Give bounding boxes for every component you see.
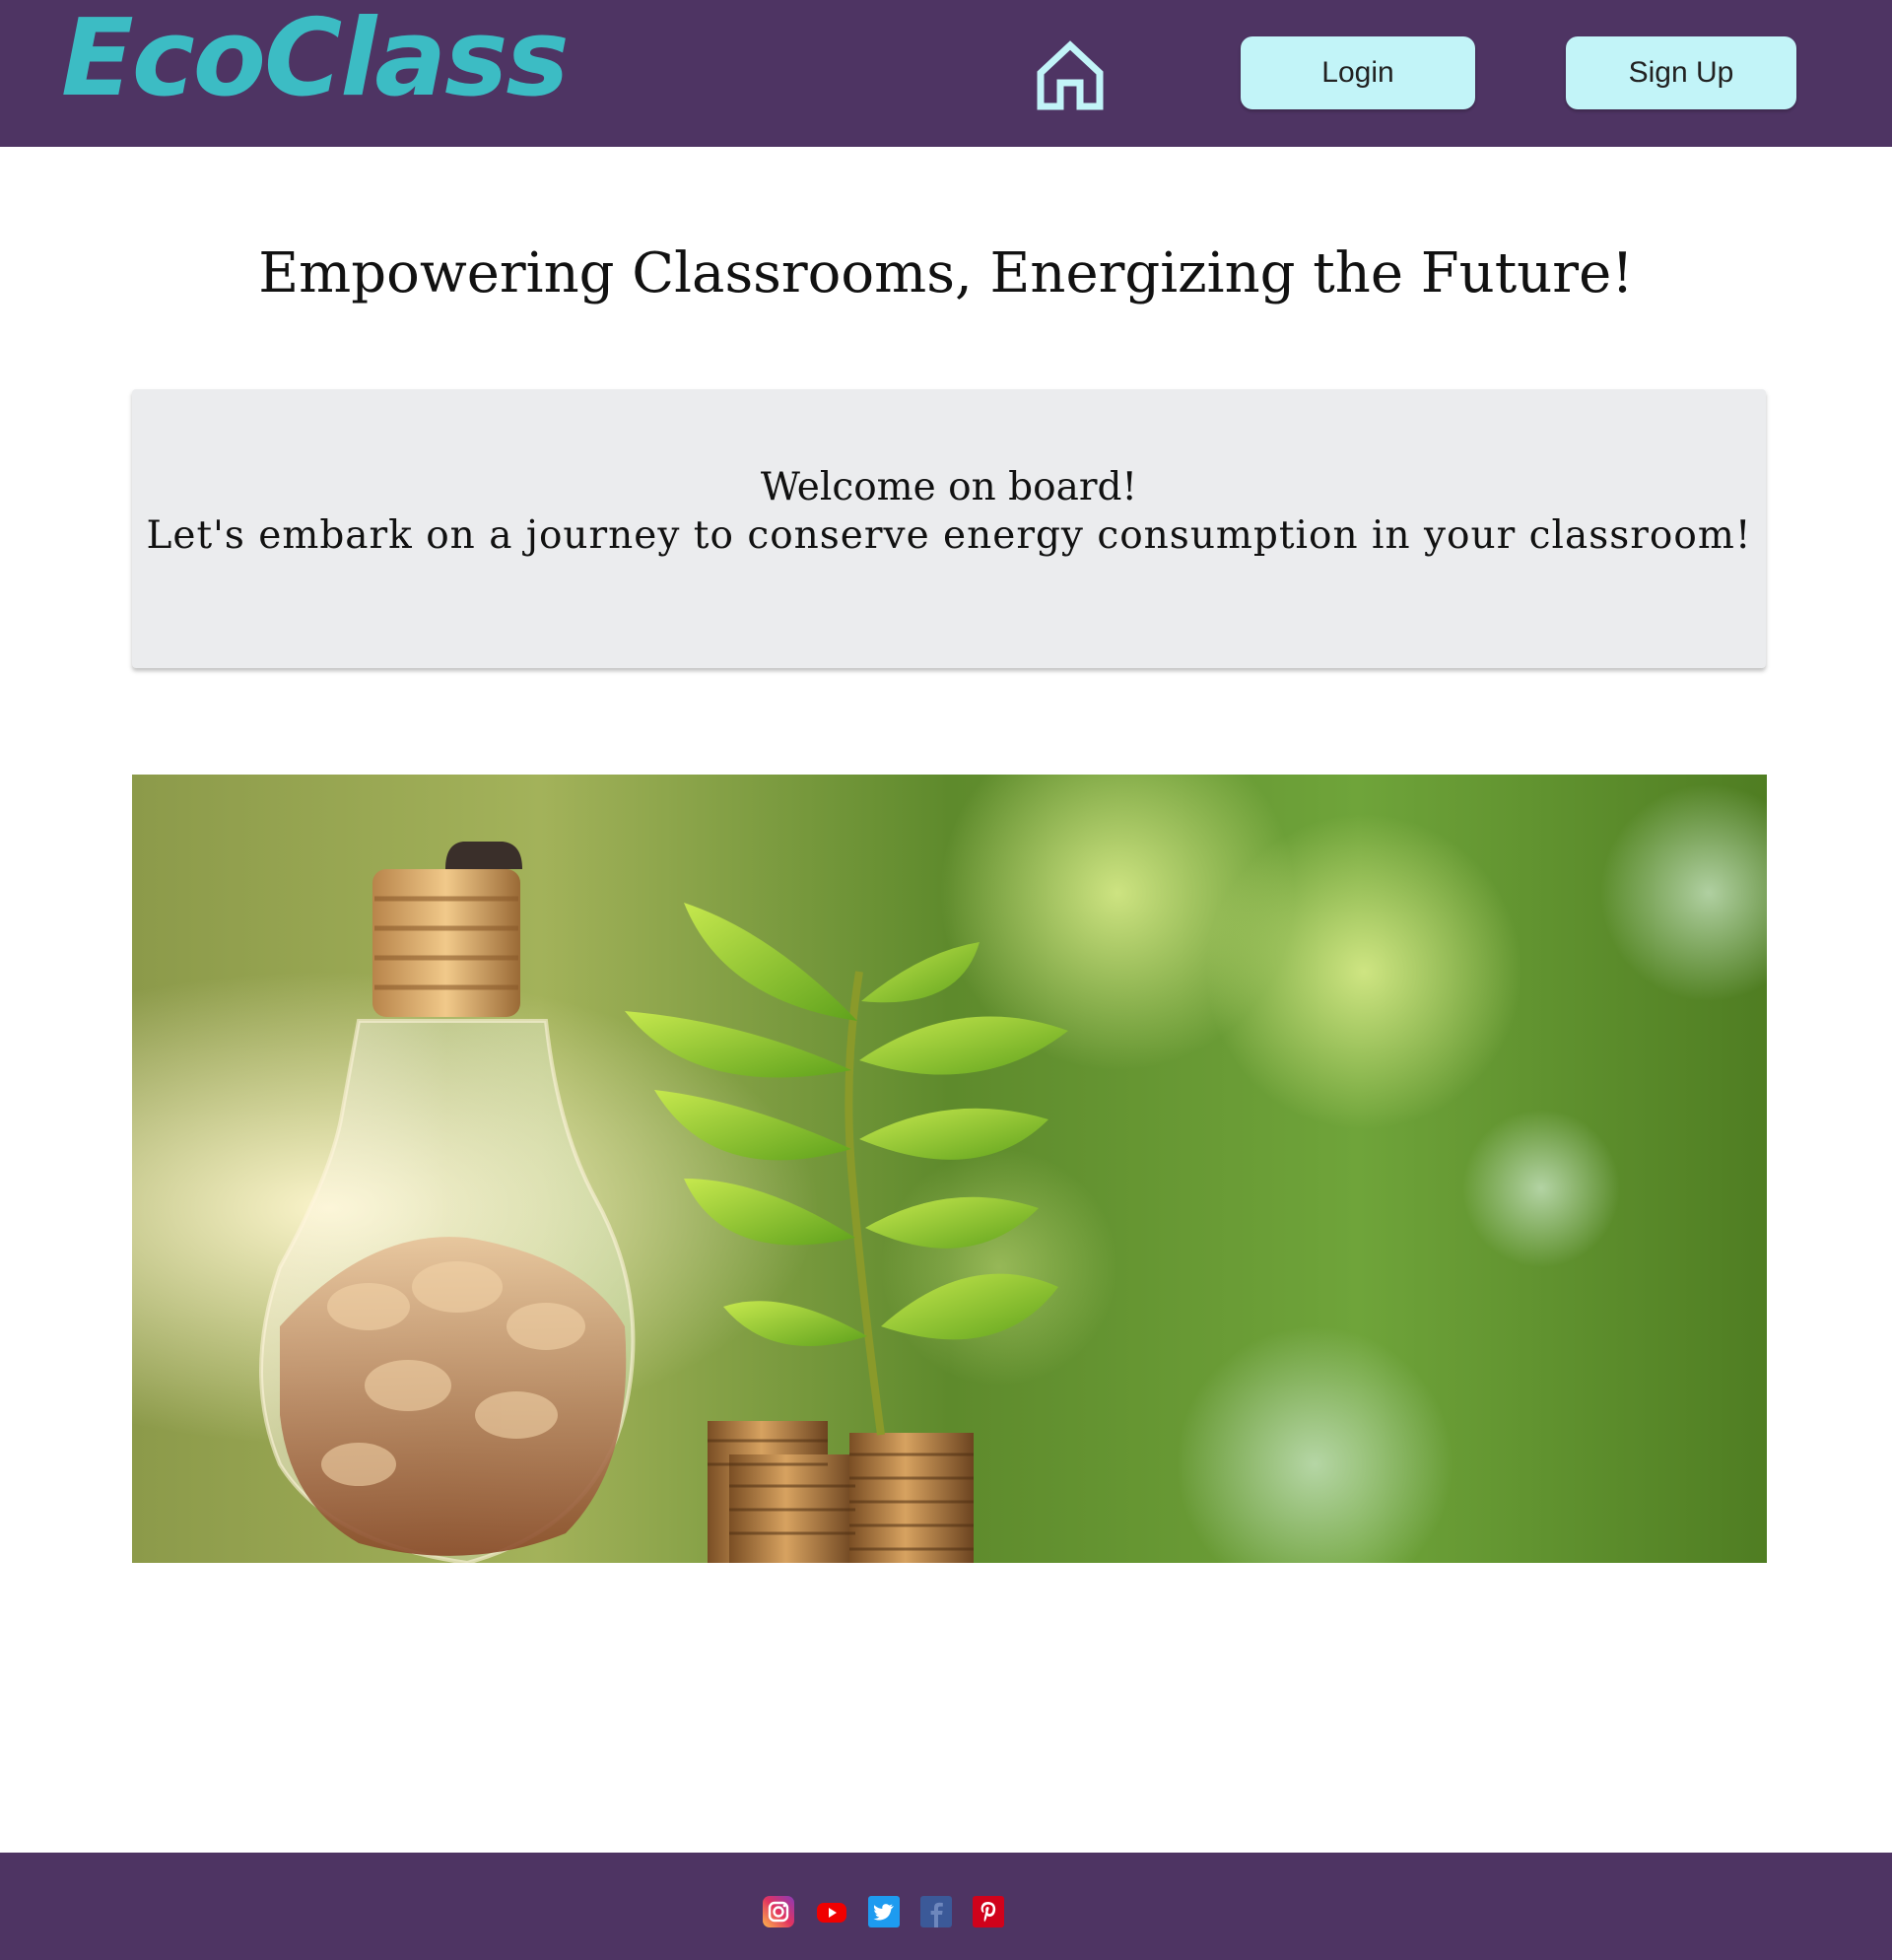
- sign-up-button[interactable]: Sign Up: [1566, 36, 1796, 109]
- instagram-icon[interactable]: [763, 1896, 794, 1927]
- welcome-line-2: Let's embark on a journey to conserve en…: [146, 513, 1752, 558]
- welcome-card: Welcome on board! Let's embark on a jour…: [132, 389, 1766, 668]
- pinterest-icon[interactable]: [973, 1896, 1004, 1927]
- welcome-line-1: Welcome on board!: [760, 465, 1138, 509]
- logo[interactable]: EcoClass: [61, 6, 570, 112]
- facebook-icon[interactable]: [920, 1896, 952, 1927]
- page-tagline: Empowering Classrooms, Energizing the Fu…: [258, 241, 1634, 305]
- footer-bar: [0, 1853, 1892, 1960]
- top-nav-bar: EcoClass Login Sign Up: [0, 0, 1892, 147]
- welcome-message: Welcome on board! Let's embark on a jour…: [132, 463, 1766, 560]
- home-button[interactable]: [1035, 37, 1106, 110]
- home-icon: [1037, 40, 1104, 110]
- youtube-icon[interactable]: [816, 1896, 847, 1927]
- login-button[interactable]: Login: [1241, 36, 1475, 109]
- twitter-icon[interactable]: [868, 1896, 900, 1927]
- hero-image: [132, 775, 1767, 1563]
